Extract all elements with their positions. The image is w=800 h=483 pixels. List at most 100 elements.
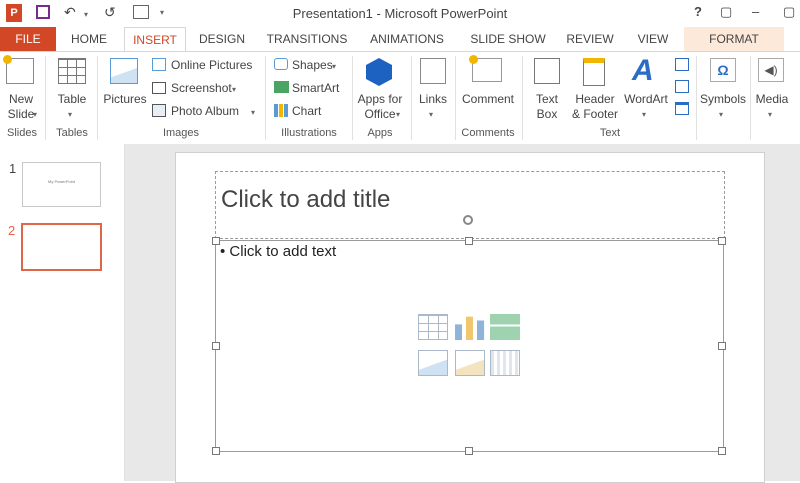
group-label-text: Text [599, 127, 621, 139]
insert-online-picture-icon[interactable] [455, 350, 485, 376]
chart-button[interactable]: Chart [292, 104, 321, 118]
pictures-icon [110, 58, 138, 84]
insert-video-icon[interactable] [490, 350, 520, 376]
table-button[interactable]: Table [52, 92, 92, 107]
date-time-icon[interactable] [675, 58, 689, 71]
tab-review[interactable]: REVIEW [560, 27, 620, 51]
group-label-apps: Apps [367, 127, 393, 139]
chart-icon [274, 104, 288, 117]
tab-design[interactable]: DESIGN [192, 27, 252, 51]
insert-picture-icon[interactable] [418, 350, 448, 376]
resize-handle[interactable] [212, 237, 220, 245]
media-dropdown-icon[interactable]: ▾ [768, 110, 772, 119]
new-slide-icon [3, 55, 34, 84]
rotate-handle-icon[interactable] [463, 215, 473, 225]
resize-handle[interactable] [718, 447, 726, 455]
new-slide-label: New [8, 92, 33, 106]
links-icon [420, 58, 446, 84]
group-label-comments: Comments [461, 127, 515, 139]
insert-smartart-icon[interactable] [490, 314, 520, 340]
group-separator [696, 56, 697, 140]
ribbon-display-options-button[interactable]: ▢ [720, 4, 732, 20]
slide-number: 1 [9, 161, 17, 176]
resize-handle[interactable] [212, 447, 220, 455]
content-placeholder[interactable] [215, 240, 724, 452]
photo-album-button[interactable]: Photo Album [171, 104, 239, 118]
resize-handle[interactable] [465, 237, 473, 245]
smartart-icon [274, 81, 289, 93]
slide-number-icon[interactable] [675, 80, 689, 93]
tab-insert[interactable]: INSERT [124, 27, 186, 52]
wordart-button[interactable]: WordArt [620, 92, 672, 107]
shapes-dropdown-icon[interactable]: ▾ [332, 62, 336, 71]
media-icon: ◀) [758, 58, 784, 82]
comment-button[interactable]: Comment [458, 92, 518, 107]
header-footer-label-2: & Footer [571, 107, 619, 121]
symbols-button[interactable]: Symbols [698, 92, 748, 107]
screenshot-button[interactable]: Screenshot [171, 81, 232, 95]
screenshot-dropdown-icon[interactable]: ▾ [232, 85, 236, 94]
group-label-images: Images [162, 127, 200, 139]
resize-handle[interactable] [212, 342, 220, 350]
tab-animations[interactable]: ANIMATIONS [362, 27, 452, 51]
new-slide-dropdown-icon[interactable]: ▾ [33, 110, 37, 119]
shapes-button[interactable]: Shapes [292, 58, 333, 72]
symbols-icon: Ω [710, 58, 736, 82]
tab-home[interactable]: HOME [62, 27, 116, 51]
group-separator [352, 56, 353, 140]
text-box-label: Text [535, 92, 558, 106]
slide-thumbnail-title: My PowerPoint [48, 179, 75, 184]
shapes-icon [274, 58, 288, 70]
online-pictures-icon [152, 58, 166, 71]
comment-icon [469, 55, 502, 82]
header-footer-icon [583, 58, 605, 86]
text-box-button[interactable]: Text Box [528, 92, 566, 122]
media-button[interactable]: Media [752, 92, 792, 107]
apps-for-office-label: Apps for [357, 92, 403, 106]
group-separator [750, 56, 751, 140]
wordart-dropdown-icon[interactable]: ▾ [642, 110, 646, 119]
minimize-button[interactable]: – [752, 4, 759, 19]
symbols-dropdown-icon[interactable]: ▾ [719, 110, 723, 119]
photo-album-dropdown-icon[interactable]: ▾ [251, 108, 255, 117]
resize-handle[interactable] [718, 342, 726, 350]
group-separator [97, 56, 98, 140]
screenshot-icon [152, 82, 166, 94]
group-separator [265, 56, 266, 140]
header-footer-button[interactable]: Header & Footer [568, 92, 622, 122]
title-placeholder-text[interactable]: Click to add title [221, 186, 390, 214]
object-icon[interactable] [675, 102, 689, 115]
group-label-tables: Tables [56, 127, 88, 139]
group-separator [522, 56, 523, 140]
tab-file[interactable]: FILE [0, 27, 56, 51]
slide-number: 2 [8, 223, 16, 238]
text-box-label-2: Box [536, 107, 558, 121]
slide-thumbnail-1[interactable]: My PowerPoint [22, 162, 101, 207]
tab-view[interactable]: VIEW [628, 27, 678, 51]
photo-album-icon [152, 104, 166, 117]
pictures-button[interactable]: Pictures [101, 92, 149, 107]
header-footer-label: Header [575, 92, 615, 106]
tab-transitions[interactable]: TRANSITIONS [262, 27, 352, 51]
online-pictures-button[interactable]: Online Pictures [171, 58, 252, 72]
table-icon [58, 58, 86, 84]
resize-handle[interactable] [718, 237, 726, 245]
group-label-slides: Slides [7, 127, 37, 139]
slide-thumbnail-2[interactable] [21, 223, 102, 271]
group-label-illustrations: Illustrations [281, 127, 337, 139]
insert-table-icon[interactable] [418, 314, 448, 340]
tab-format[interactable]: FORMAT [684, 27, 784, 51]
resize-handle[interactable] [465, 447, 473, 455]
help-button[interactable]: ? [694, 4, 702, 19]
links-dropdown-icon[interactable]: ▾ [429, 110, 433, 119]
tab-slide-show[interactable]: SLIDE SHOW [466, 27, 550, 51]
text-box-icon [534, 58, 560, 84]
restore-button[interactable]: ▢ [783, 4, 795, 20]
wordart-icon: A [632, 54, 654, 87]
links-button[interactable]: Links [414, 92, 452, 107]
table-dropdown-icon[interactable]: ▾ [68, 110, 72, 119]
apps-dropdown-icon[interactable]: ▾ [396, 110, 400, 119]
content-placeholder-text[interactable]: • Click to add text [220, 243, 336, 260]
smartart-button[interactable]: SmartArt [292, 81, 339, 95]
window-title: Presentation1 - Microsoft PowerPoint [292, 6, 508, 21]
